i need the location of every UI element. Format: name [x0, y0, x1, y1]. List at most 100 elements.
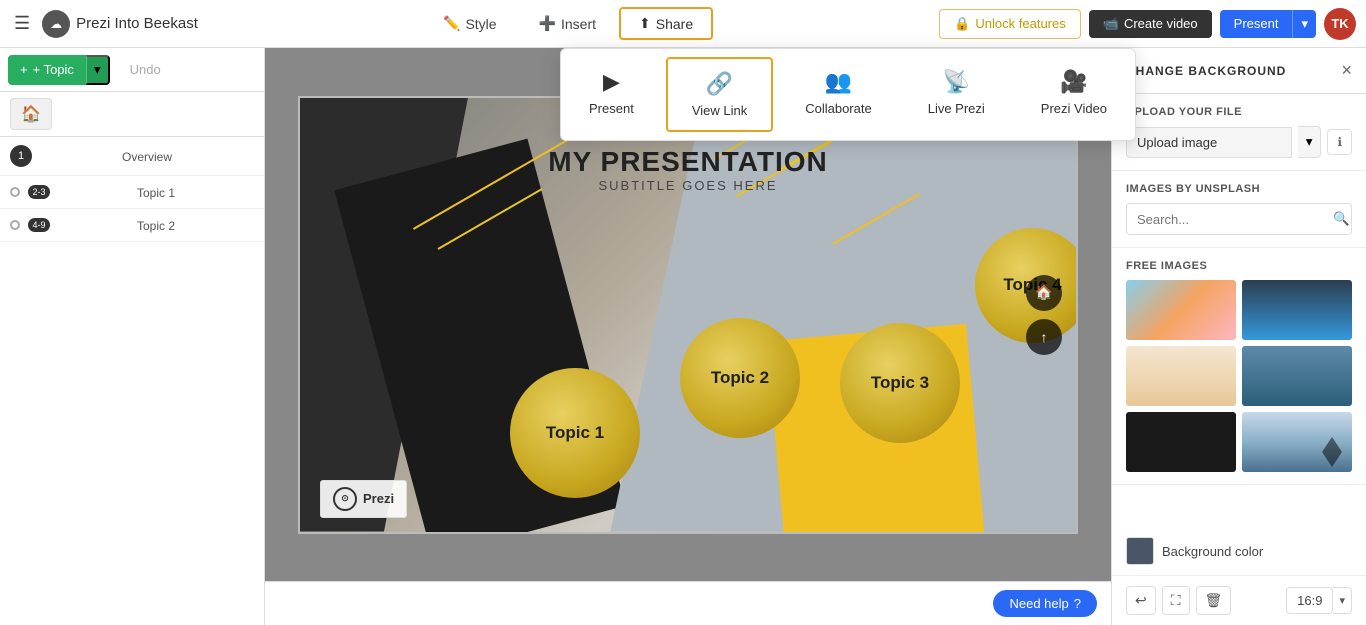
upload-section: UPLOAD YOUR FILE Upload image ▾ ℹ	[1112, 94, 1366, 171]
topic-1-label: Topic 1	[546, 423, 604, 443]
background-color-row: Background color	[1112, 527, 1366, 576]
plus-icon: +	[20, 62, 28, 77]
nav-up-button[interactable]: ↑	[1026, 319, 1062, 355]
topbar-right: 🔒 Unlock features 📹 Create video Present…	[939, 8, 1356, 40]
topic-1-circle[interactable]: Topic 1	[510, 368, 640, 498]
presentation-title: MY PRESENTATION	[548, 146, 827, 178]
delete-bg-button[interactable]: 🗑	[1196, 586, 1232, 615]
add-topic-button[interactable]: + + Topic	[8, 57, 86, 82]
need-help-button[interactable]: Need help ?	[993, 590, 1097, 617]
list-item[interactable]: 4-9 Topic 2 Topic 2	[0, 209, 264, 242]
background-color-label[interactable]: Background color	[1162, 544, 1263, 559]
slides-list: 1 MY PRESENTATION SUBTITLE GOES HERE Ove…	[0, 137, 264, 625]
topic-3-label: Topic 3	[871, 373, 929, 393]
share-icon: ⬆	[639, 15, 651, 32]
live-prezi-icon: 📡	[943, 69, 970, 95]
image-thumb-6[interactable]	[1242, 412, 1352, 472]
lock-icon: 🔒	[954, 16, 970, 32]
insert-button[interactable]: ➕ Insert	[520, 8, 615, 39]
present-button[interactable]: Present ▾	[1220, 10, 1316, 38]
panel-scroll-area[interactable]: UPLOAD YOUR FILE Upload image ▾ ℹ IMAGES…	[1112, 94, 1366, 527]
slide-label: Overview	[122, 150, 172, 164]
share-option-prezi-video[interactable]: 🎥 Prezi Video	[1017, 57, 1131, 132]
image-thumb-2[interactable]	[1242, 280, 1352, 340]
ratio-control: 16:9 ▾	[1286, 587, 1352, 614]
slide-indicator	[10, 220, 20, 230]
canvas-bottom-bar: Need help ?	[265, 581, 1111, 625]
images-grid	[1126, 280, 1352, 472]
color-swatch[interactable]	[1126, 537, 1154, 565]
create-video-button[interactable]: 📹 Create video	[1089, 10, 1212, 38]
present-dropdown-arrow[interactable]: ▾	[1292, 10, 1316, 38]
sidebar-toolbar: + + Topic ▾ Undo	[0, 48, 264, 92]
free-images-section: FREE IMAGES	[1112, 248, 1366, 485]
canvas-nav: 🏠 ↑	[1026, 275, 1062, 355]
slide-label: Topic 2	[137, 219, 175, 233]
share-option-collaborate[interactable]: 👥 Collaborate	[781, 57, 896, 132]
presentation-subtitle: SUBTITLE GOES HERE	[548, 178, 827, 193]
list-item[interactable]: 2-3 Topic 1 Topic 1	[0, 176, 264, 209]
sidebar-left: + + Topic ▾ Undo 🏠 1	[0, 48, 265, 625]
panel-title: CHANGE BACKGROUND	[1126, 64, 1286, 78]
unsplash-section: IMAGES BY UNSPLASH 🔍	[1112, 171, 1366, 248]
undo-button[interactable]: Undo	[118, 58, 173, 81]
topbar-center: ✏️ Style ➕ Insert ⬆ Share	[424, 7, 713, 40]
insert-icon: ➕	[539, 15, 556, 32]
search-box: 🔍	[1126, 203, 1352, 235]
home-button[interactable]: 🏠	[10, 98, 52, 130]
add-topic-dropdown-arrow[interactable]: ▾	[86, 55, 110, 85]
image-thumb-3[interactable]	[1126, 346, 1236, 406]
slide-number: 1	[10, 145, 32, 167]
right-panel: CHANGE BACKGROUND × UPLOAD YOUR FILE Upl…	[1111, 48, 1366, 625]
image-thumb-1[interactable]	[1126, 280, 1236, 340]
upload-image-button[interactable]: Upload image	[1126, 127, 1292, 158]
avatar[interactable]: TK	[1324, 8, 1356, 40]
style-button[interactable]: ✏️ Style	[424, 8, 516, 39]
ratio-dropdown-arrow[interactable]: ▾	[1333, 587, 1352, 614]
fullscreen-button[interactable]: ⛶	[1162, 586, 1190, 615]
search-input[interactable]	[1127, 205, 1323, 234]
img6-shape	[1322, 437, 1342, 467]
image-thumb-4[interactable]	[1242, 346, 1352, 406]
slide-range: 2-3	[28, 185, 50, 199]
topic-2-circle[interactable]: Topic 2	[680, 318, 800, 438]
slide-card: Topic 1 Topic 1	[58, 184, 254, 200]
panel-header: CHANGE BACKGROUND ×	[1112, 48, 1366, 94]
present-label[interactable]: Present	[1220, 10, 1293, 37]
ratio-button[interactable]: 16:9	[1286, 587, 1333, 614]
share-option-present[interactable]: ▶ Present	[565, 57, 658, 132]
slide-card: MY PRESENTATION SUBTITLE GOES HERE Overv…	[40, 148, 254, 164]
nav-home-button[interactable]: 🏠	[1026, 275, 1062, 311]
search-icon-button[interactable]: 🔍	[1323, 204, 1352, 234]
collaborate-icon: 👥	[825, 69, 852, 95]
link-icon: 🔗	[706, 71, 733, 97]
unlock-button[interactable]: 🔒 Unlock features	[939, 9, 1081, 39]
topic-2-label: Topic 2	[711, 368, 769, 388]
panel-close-button[interactable]: ×	[1341, 60, 1352, 81]
unsplash-section-title: IMAGES BY UNSPLASH	[1126, 183, 1352, 195]
style-icon: ✏️	[443, 15, 460, 32]
slide-range: 4-9	[28, 218, 50, 232]
free-images-title: FREE IMAGES	[1126, 260, 1352, 272]
undo-bg-button[interactable]: ↩	[1126, 586, 1156, 615]
present-icon: ▶	[603, 69, 620, 95]
prezi-video-icon: 🎥	[1060, 69, 1087, 95]
list-item[interactable]: 1 MY PRESENTATION SUBTITLE GOES HERE Ove…	[0, 137, 264, 176]
presentation-canvas[interactable]: MY PRESENTATION SUBTITLE GOES HERE Topic…	[298, 96, 1078, 534]
panel-footer: ↩ ⛶ 🗑 16:9 ▾	[1112, 576, 1366, 625]
topic-3-circle[interactable]: Topic 3	[840, 323, 960, 443]
share-button[interactable]: ⬆ Share	[619, 7, 713, 40]
share-option-view-link[interactable]: 🔗 View Link	[666, 57, 773, 132]
upload-section-title: UPLOAD YOUR FILE	[1126, 106, 1352, 118]
share-option-live-prezi[interactable]: 📡 Live Prezi	[904, 57, 1009, 132]
upload-dropdown-arrow[interactable]: ▾	[1298, 126, 1322, 158]
image-thumb-5[interactable]	[1126, 412, 1236, 472]
app-title: Prezi Into Beekast	[76, 15, 198, 32]
sidebar-home: 🏠	[0, 92, 264, 137]
prezi-text: Prezi	[363, 491, 394, 506]
menu-icon[interactable]: ☰	[10, 9, 34, 38]
upload-row: Upload image ▾ ℹ	[1126, 126, 1352, 158]
logo-icon: ☁	[42, 10, 70, 38]
slide-indicator	[10, 187, 20, 197]
upload-info-button[interactable]: ℹ	[1327, 129, 1352, 155]
